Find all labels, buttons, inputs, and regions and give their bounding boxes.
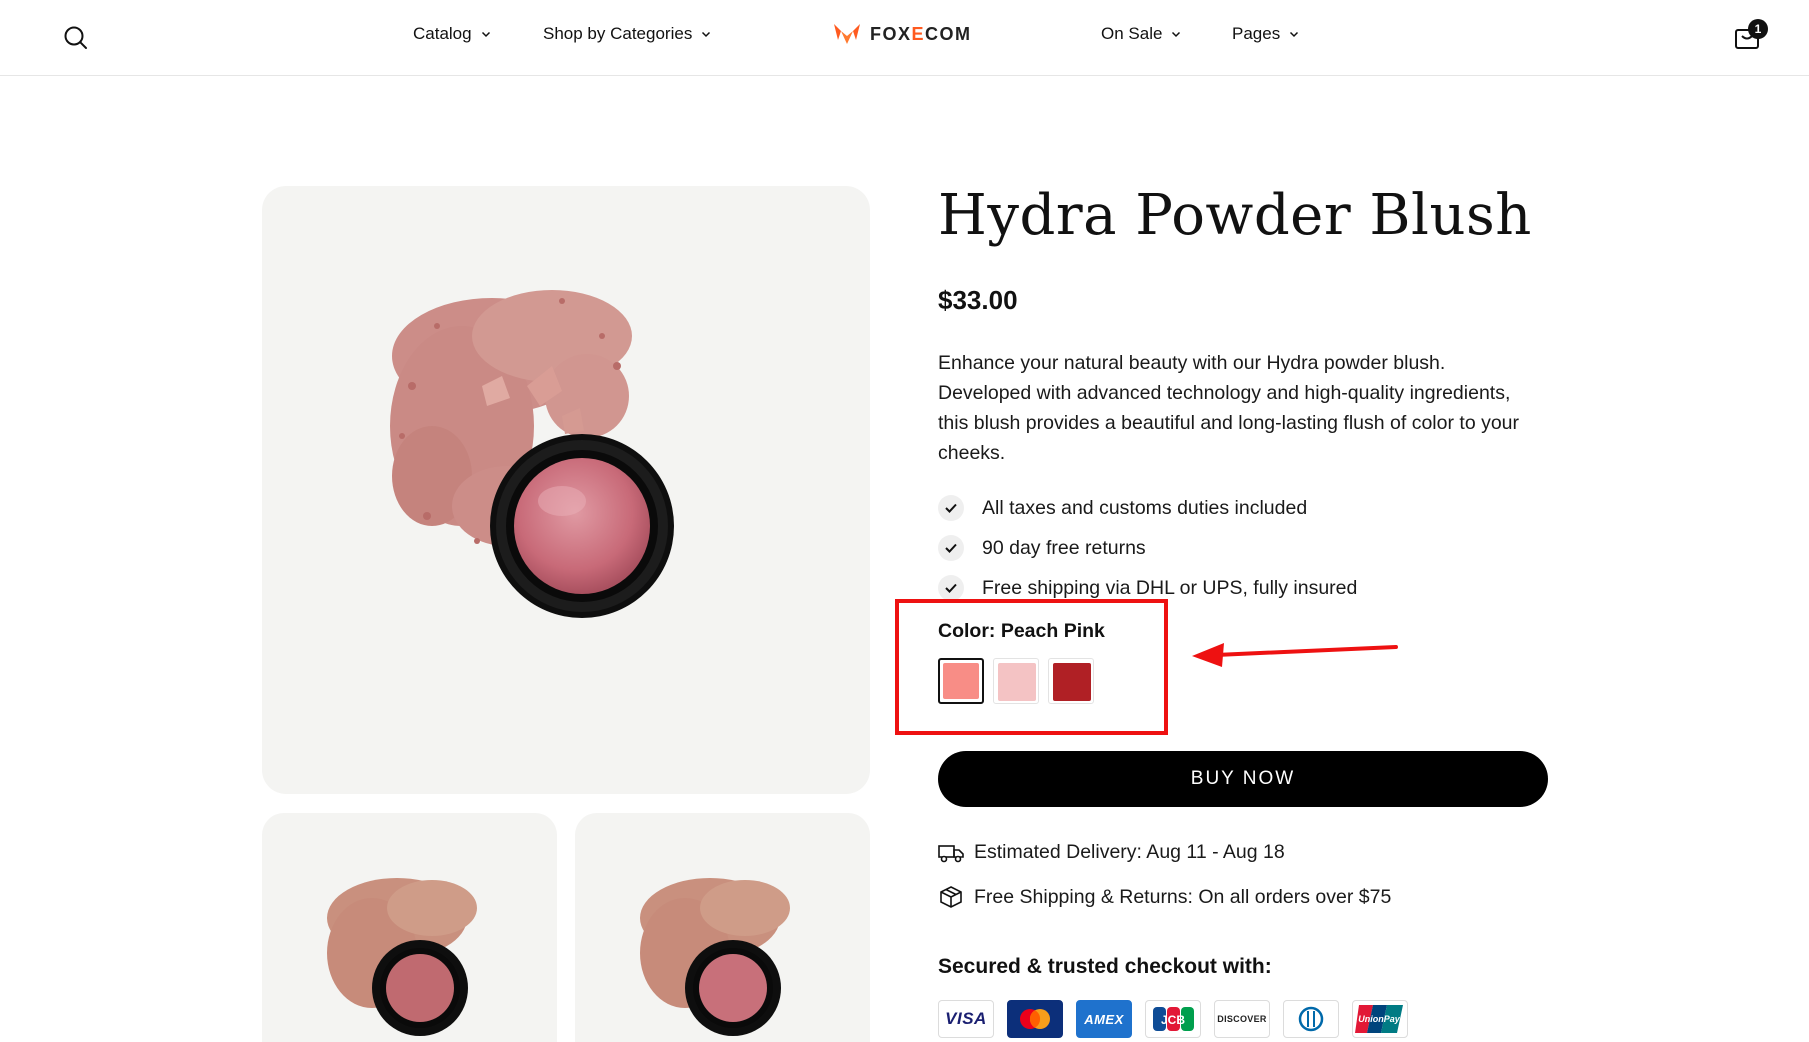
annotation-arrow-icon [1192,643,1398,667]
feature-item: 90 day free returns [938,528,1357,568]
svg-text:UnionPay: UnionPay [1358,1014,1401,1024]
secured-checkout-heading: Secured & trusted checkout with: [938,955,1272,978]
chevron-down-icon [1172,31,1181,38]
nav-shop-by-categories[interactable]: Shop by Categories [543,24,712,44]
feature-item: Free shipping via DHL or UPS, fully insu… [938,568,1357,608]
swatch-light-pink[interactable] [993,658,1039,704]
diners-club-icon [1283,1000,1339,1038]
visa-icon: VISA [938,1000,994,1038]
product-thumbnail-1[interactable] [262,813,557,1042]
feature-text: All taxes and customs duties included [982,496,1308,519]
swatch-peach-pink[interactable] [938,658,984,704]
site-logo[interactable]: FOXECOM [832,22,972,46]
feature-item: All taxes and customs duties included [938,488,1357,528]
nav-catalog[interactable]: Catalog [413,24,492,44]
blush-thumbnail-image [640,878,790,1036]
feature-text: Free shipping via DHL or UPS, fully insu… [982,576,1358,599]
shipping-text: Free Shipping & Returns: On all orders o… [974,885,1392,908]
buy-now-button[interactable]: BUY NOW [938,751,1548,807]
blush-thumbnail-image [327,878,477,1036]
svg-text:JCB: JCB [1161,1013,1185,1027]
mastercard-icon [1007,1000,1063,1038]
delivery-text: Estimated Delivery: Aug 11 - Aug 18 [974,841,1285,863]
nav-on-sale-label: On Sale [1101,24,1163,43]
feature-text: 90 day free returns [982,536,1146,559]
fox-logo-icon [834,24,860,44]
nav-on-sale[interactable]: On Sale [1101,24,1182,44]
product-title: Hydra Powder Blush [938,183,1532,248]
site-header: Catalog Shop by Categories FOXECOM On Sa… [0,0,1809,76]
product-thumbnail-2[interactable] [575,813,870,1042]
product-main-image[interactable] [262,186,870,794]
chevron-down-icon [481,31,490,38]
search-icon[interactable] [62,24,90,52]
color-option-label: Color: Peach Pink [938,620,1105,642]
payment-methods: VISA AMEX JCB DISCOVER UnionPay [938,1000,1408,1038]
nav-catalog-label: Catalog [413,24,472,43]
discover-icon: DISCOVER [1214,1000,1270,1038]
nav-pages-label: Pages [1232,24,1281,43]
blush-product-image [390,290,674,618]
nav-shop-by-categories-label: Shop by Categories [543,24,693,43]
truck-icon [938,844,964,862]
check-icon [938,535,964,561]
check-icon [938,575,964,601]
shipping-returns-info: Free Shipping & Returns: On all orders o… [938,885,1391,909]
product-price: $33.00 [938,285,1018,315]
jcb-icon: JCB [1145,1000,1201,1038]
check-icon [938,495,964,521]
logo-text: FOXECOM [870,23,972,44]
delivery-estimate: Estimated Delivery: Aug 11 - Aug 18 [938,841,1285,864]
chevron-down-icon [1290,31,1299,38]
swatch-deep-red[interactable] [1048,658,1094,704]
feature-list: All taxes and customs duties included 90… [938,488,1357,608]
unionpay-icon: UnionPay [1352,1000,1408,1038]
cart-count-badge: 1 [1748,19,1768,39]
package-icon [940,886,962,908]
chevron-down-icon [702,31,711,38]
product-description: Enhance your natural beauty with our Hyd… [938,352,1520,464]
amex-icon: AMEX [1076,1000,1132,1038]
nav-pages[interactable]: Pages [1232,24,1300,44]
